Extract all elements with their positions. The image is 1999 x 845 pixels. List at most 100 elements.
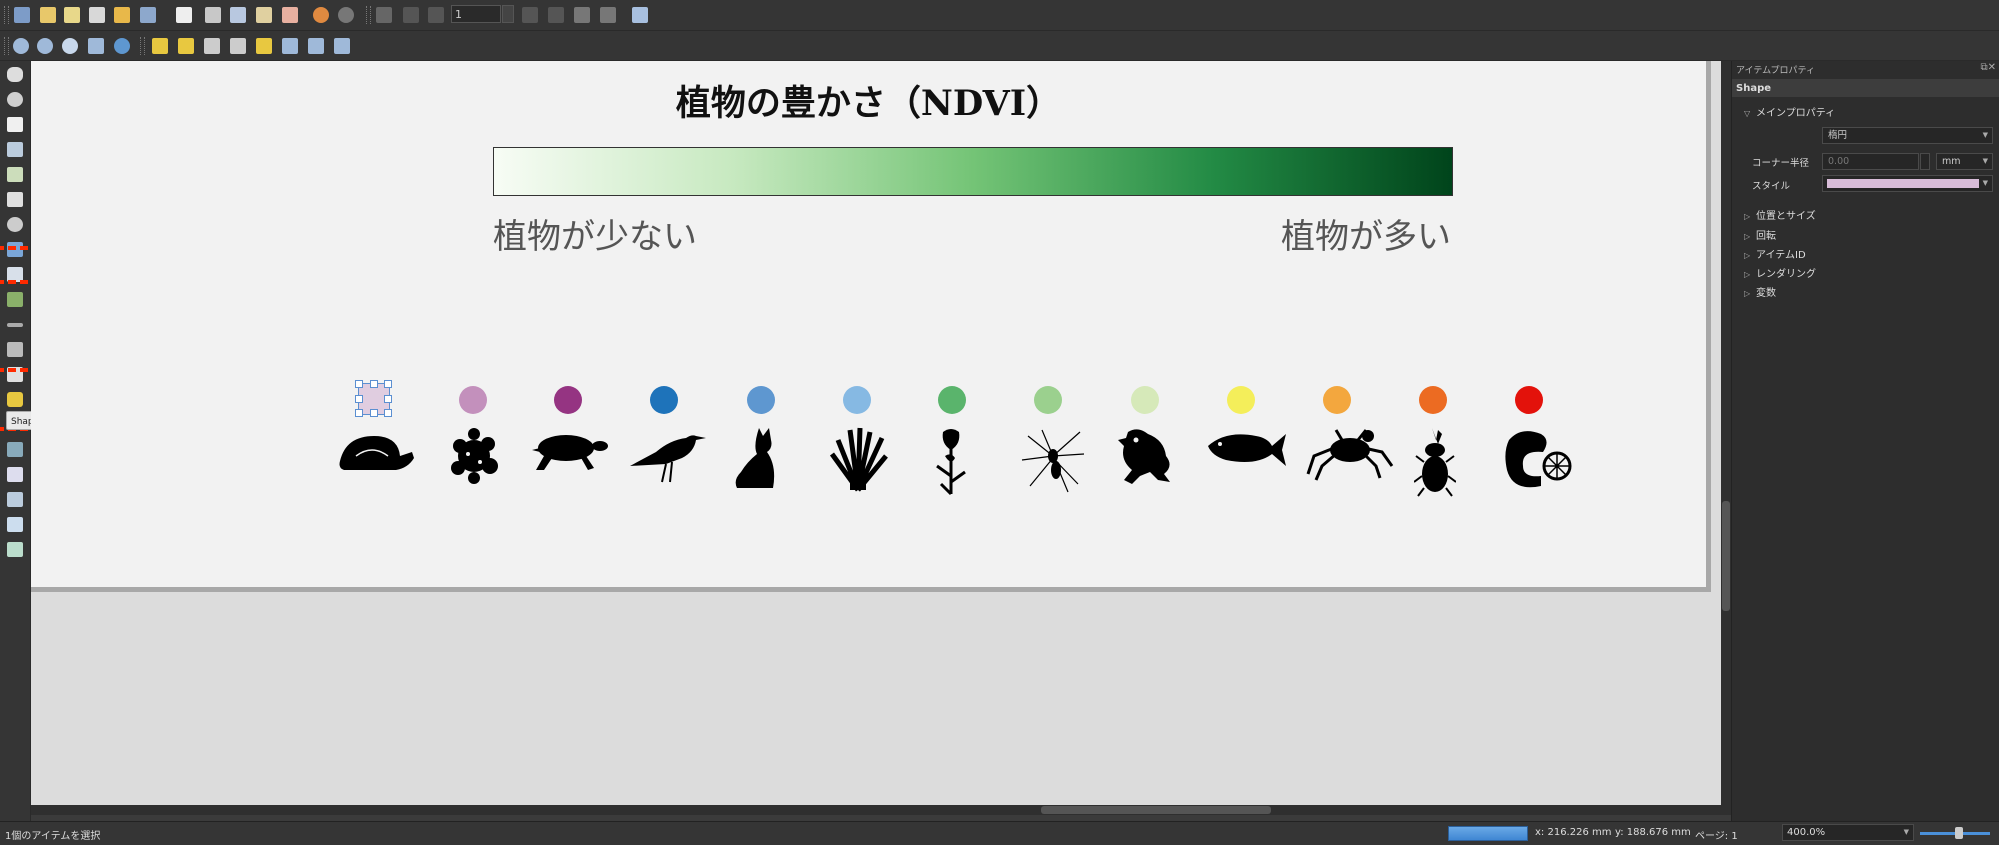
bring-to-front-icon[interactable]	[256, 38, 272, 54]
atlas-settings-icon[interactable]	[632, 7, 648, 23]
moss-icon[interactable]	[446, 426, 502, 486]
resize-handle[interactable]	[384, 395, 392, 403]
color-dot[interactable]	[459, 386, 487, 414]
save-template-icon[interactable]	[140, 7, 156, 23]
mushroom-icon[interactable]	[1501, 426, 1573, 492]
refresh-icon[interactable]	[114, 38, 130, 54]
add-attribute-table-icon[interactable]	[7, 467, 23, 482]
spider-icon[interactable]	[1018, 426, 1088, 496]
new-layout-icon[interactable]	[40, 7, 56, 23]
corner-radius-input[interactable]: 0.00	[1822, 153, 1919, 170]
color-dot[interactable]	[1515, 386, 1543, 414]
scroll-thumb[interactable]	[1722, 501, 1730, 611]
select-icon[interactable]	[7, 117, 23, 132]
add-elevation-profile-icon[interactable]	[7, 542, 23, 557]
iris-icon[interactable]	[931, 426, 971, 496]
bird-icon[interactable]	[626, 426, 708, 486]
color-dot[interactable]	[843, 386, 871, 414]
section-item-id[interactable]: ▷ アイテムID	[1744, 246, 1806, 261]
add-nodes-icon[interactable]	[7, 442, 23, 457]
fish-icon[interactable]	[1206, 426, 1288, 470]
color-dot[interactable]	[1131, 386, 1159, 414]
add-north-arrow-icon[interactable]	[7, 342, 23, 357]
zoom-select[interactable]: 400.0% ▼	[1782, 824, 1914, 841]
horizontal-scrollbar[interactable]	[31, 805, 1731, 815]
ndvi-gradient-bar[interactable]	[493, 147, 1453, 196]
add-legend-icon[interactable]	[7, 292, 23, 307]
toolbar-grip[interactable]	[4, 6, 9, 24]
pan-icon[interactable]	[7, 67, 23, 82]
raise-items-icon[interactable]	[204, 38, 220, 54]
resize-handle[interactable]	[370, 409, 378, 417]
unit-select[interactable]: mm ▼	[1936, 153, 1993, 170]
color-dot[interactable]	[1227, 386, 1255, 414]
previous-feature-icon[interactable]	[428, 7, 444, 23]
zoom-tool-icon[interactable]	[7, 92, 23, 107]
open-template-icon[interactable]	[114, 7, 130, 23]
section-variables[interactable]: ▷ 変数	[1744, 284, 1776, 299]
first-feature-icon[interactable]	[403, 7, 419, 23]
zoom-100-icon[interactable]	[62, 38, 78, 54]
turtle-icon[interactable]	[528, 426, 610, 476]
color-dot[interactable]	[938, 386, 966, 414]
section-position-size[interactable]: ▷ 位置とサイズ	[1744, 207, 1816, 222]
redo-icon[interactable]	[338, 7, 354, 23]
section-rotation[interactable]: ▷ 回転	[1744, 227, 1776, 242]
grass-icon[interactable]	[828, 426, 890, 492]
move-content-icon[interactable]	[7, 142, 23, 157]
crab-icon[interactable]	[1306, 426, 1394, 482]
atlas-page-input[interactable]: 1	[451, 5, 501, 23]
resize-handle[interactable]	[384, 380, 392, 388]
low-vegetation-label[interactable]: 植物が少ない	[493, 209, 697, 258]
toolbar-grip[interactable]	[140, 37, 145, 55]
align-left-icon[interactable]	[282, 38, 298, 54]
next-feature-icon[interactable]	[522, 7, 538, 23]
print-atlas-icon[interactable]	[574, 7, 590, 23]
color-dot[interactable]	[1034, 386, 1062, 414]
add-page-icon[interactable]	[7, 192, 23, 207]
frog-icon[interactable]	[1114, 426, 1178, 486]
save-icon[interactable]	[14, 7, 30, 23]
edit-nodes-icon[interactable]	[7, 167, 23, 182]
color-dot[interactable]	[650, 386, 678, 414]
lower-items-icon[interactable]	[230, 38, 246, 54]
add-fixed-table-icon[interactable]	[7, 492, 23, 507]
high-vegetation-label[interactable]: 植物が多い	[1211, 209, 1451, 258]
add-scalebar-icon[interactable]	[7, 323, 23, 327]
zoom-out-icon[interactable]	[37, 38, 53, 54]
last-feature-icon[interactable]	[548, 7, 564, 23]
layout-canvas[interactable]: 植物の豊かさ（NDVI） 植物が少ない 植物が多い	[31, 61, 1721, 805]
style-button[interactable]: ▼	[1822, 175, 1993, 192]
resize-handle[interactable]	[355, 409, 363, 417]
beetle-icon[interactable]	[1414, 426, 1456, 498]
vertical-scrollbar[interactable]	[1721, 61, 1731, 805]
toolbar-grip[interactable]	[4, 37, 9, 55]
export-image-icon[interactable]	[230, 7, 246, 23]
add-3d-map-icon[interactable]	[7, 217, 23, 232]
group-items-icon[interactable]	[178, 38, 194, 54]
page-setup-icon[interactable]	[176, 7, 192, 23]
lock-items-icon[interactable]	[152, 38, 168, 54]
selected-ellipse-shape[interactable]	[355, 380, 392, 417]
layout-manager-icon[interactable]	[89, 7, 105, 23]
cat-icon[interactable]	[731, 426, 781, 492]
layout-page[interactable]: 植物の豊かさ（NDVI） 植物が少ない 植物が多い	[31, 61, 1711, 592]
print-icon[interactable]	[205, 7, 221, 23]
snail-icon[interactable]	[336, 426, 416, 476]
duplicate-layout-icon[interactable]	[64, 7, 80, 23]
export-svg-icon[interactable]	[256, 7, 272, 23]
color-dot[interactable]	[747, 386, 775, 414]
undo-icon[interactable]	[313, 7, 329, 23]
color-dot[interactable]	[554, 386, 582, 414]
scroll-thumb[interactable]	[1041, 806, 1271, 814]
zoom-full-icon[interactable]	[88, 38, 104, 54]
export-pdf-icon[interactable]	[282, 7, 298, 23]
toolbar-grip[interactable]	[366, 6, 371, 24]
layout-title[interactable]: 植物の豊かさ（NDVI）	[31, 75, 1706, 126]
resize-icon[interactable]	[334, 38, 350, 54]
add-html-icon[interactable]	[7, 517, 23, 532]
zoom-slider-handle[interactable]	[1955, 827, 1963, 839]
color-dot[interactable]	[1323, 386, 1351, 414]
resize-handle[interactable]	[384, 409, 392, 417]
distribute-icon[interactable]	[308, 38, 324, 54]
